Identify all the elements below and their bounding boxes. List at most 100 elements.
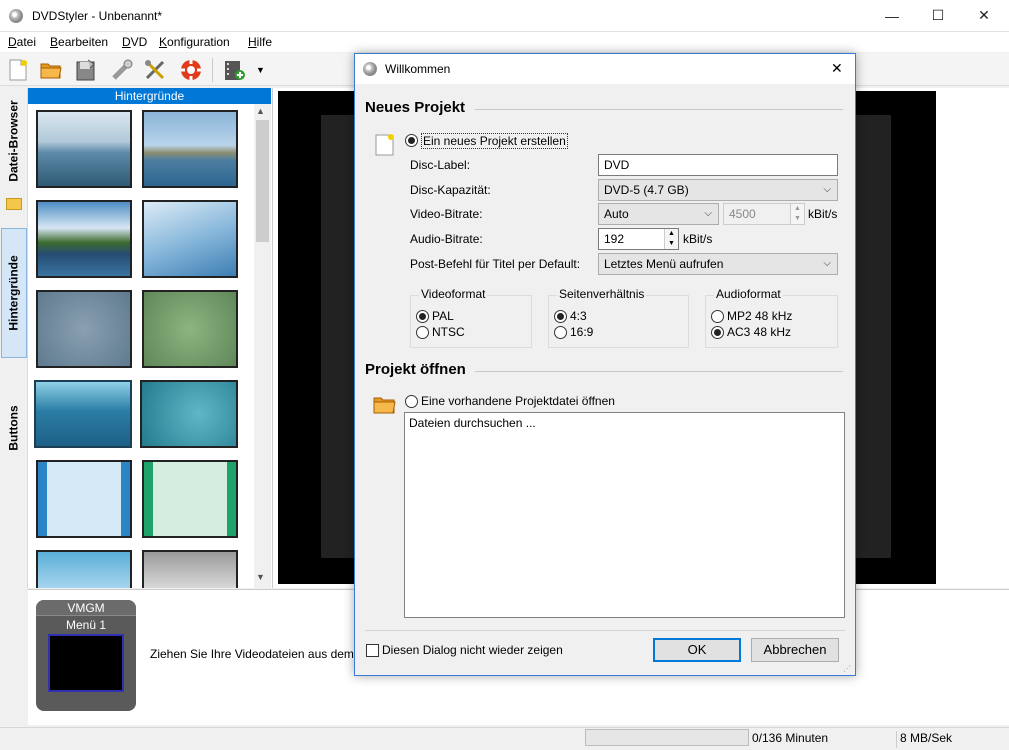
dialog-title-bar: Willkommen ✕ — [355, 54, 855, 84]
aspect-ratio-group: Seitenverhältnis 4:3 16:9 — [548, 287, 689, 348]
new-project-label[interactable]: Ein neues Projekt erstellen — [421, 133, 568, 149]
background-thumb[interactable] — [36, 110, 132, 188]
minimize-button[interactable]: — — [869, 0, 915, 31]
new-file-icon[interactable] — [6, 58, 30, 82]
help-lifebuoy-icon[interactable] — [179, 58, 203, 82]
background-thumb[interactable] — [142, 550, 238, 588]
cancel-button[interactable]: Abbrechen — [751, 638, 839, 662]
ntsc-radio[interactable] — [416, 326, 429, 339]
backgrounds-palette: Hintergründe — [28, 88, 272, 588]
aspect-169-label[interactable]: 16:9 — [570, 325, 593, 339]
tab-datei-browser[interactable]: Datei-Browser — [1, 94, 27, 188]
divider — [365, 630, 845, 631]
scroll-down-icon[interactable]: ▼ — [256, 572, 265, 582]
video-bitrate-spinner[interactable]: ▲ ▼ — [790, 204, 804, 224]
open-folder-icon[interactable] — [39, 58, 63, 82]
palette-header: Hintergründe — [28, 88, 271, 104]
background-thumb[interactable] — [140, 380, 238, 448]
menu-datei[interactable]: Datei — [8, 35, 36, 49]
background-thumb[interactable] — [36, 200, 132, 278]
status-bar — [0, 727, 1009, 750]
pal-radio[interactable] — [416, 310, 429, 323]
background-thumb[interactable] — [36, 460, 132, 538]
background-thumb[interactable] — [36, 550, 132, 588]
side-tabs: Datei-Browser Hintergründe Buttons — [0, 88, 28, 588]
list-item[interactable]: Dateien durchsuchen ... — [409, 416, 536, 430]
menu1-label: Menü 1 — [65, 618, 107, 632]
settings-tools-icon[interactable] — [143, 58, 167, 82]
divider — [475, 109, 843, 110]
pal-label[interactable]: PAL — [432, 309, 454, 323]
aspect-43-label[interactable]: 4:3 — [570, 309, 587, 323]
menu-dvd[interactable]: DVD — [122, 35, 147, 49]
chevron-down-icon: ⌵ — [823, 184, 831, 195]
open-project-label[interactable]: Eine vorhandene Projektdatei öffnen — [421, 394, 615, 408]
audio-bitrate-unit: kBit/s — [683, 232, 713, 246]
background-thumb[interactable] — [36, 290, 132, 368]
disc-capacity-label: Disc-Kapazität: — [410, 183, 491, 197]
audio-format-title: Audioformat — [714, 287, 783, 301]
welcome-dialog: Willkommen ✕ Neues Projekt Ein neues Pro… — [354, 53, 856, 676]
video-format-group: Videoformat PAL NTSC — [410, 287, 532, 348]
tab-buttons[interactable]: Buttons — [1, 388, 27, 468]
video-bitrate-label: Video-Bitrate: — [410, 207, 483, 221]
menu-bar: Datei Bearbeiten DVD Konfiguration Hilfe — [0, 32, 1009, 52]
folder-open-icon — [373, 394, 397, 419]
video-bitrate-mode-select[interactable]: Auto ⌵ — [598, 203, 719, 225]
drag-hint-text: Ziehen Sie Ihre Videodateien aus dem — [150, 647, 354, 661]
aspect-169-radio[interactable] — [554, 326, 567, 339]
video-format-title: Videoformat — [419, 287, 488, 301]
background-thumb[interactable] — [142, 110, 238, 188]
dialog-close-button[interactable]: ✕ — [831, 60, 843, 77]
mp2-label[interactable]: MP2 48 kHz — [727, 309, 792, 323]
add-video-icon[interactable] — [222, 58, 246, 82]
mp2-radio[interactable] — [711, 310, 724, 323]
menu-konfiguration[interactable]: Konfiguration — [159, 35, 230, 49]
resize-grip-icon[interactable]: ⋰ — [843, 664, 851, 673]
audio-bitrate-spinner[interactable]: ▲ ▼ — [664, 229, 678, 249]
aspect-43-radio[interactable] — [554, 310, 567, 323]
ok-button[interactable]: OK — [653, 638, 741, 662]
chevron-down-icon: ⌵ — [823, 258, 831, 269]
maximize-button[interactable]: ☐ — [915, 0, 961, 31]
chevron-down-icon[interactable]: ▼ — [256, 65, 265, 75]
ac3-radio[interactable] — [711, 326, 724, 339]
save-icon[interactable] — [74, 58, 98, 82]
ac3-label[interactable]: AC3 48 kHz — [727, 325, 791, 339]
tab-hintergruende[interactable]: Hintergründe — [1, 228, 27, 358]
disc-label-input[interactable]: DVD — [598, 154, 838, 176]
close-button[interactable]: ✕ — [961, 0, 1007, 31]
background-thumb[interactable] — [142, 290, 238, 368]
ntsc-label[interactable]: NTSC — [432, 325, 465, 339]
video-bitrate-unit: kBit/s — [808, 207, 838, 221]
project-file-list[interactable]: Dateien durchsuchen ... — [404, 412, 845, 618]
new-document-icon — [374, 132, 396, 159]
scrollbar-thumb[interactable] — [256, 120, 269, 242]
menu1-thumbnail[interactable] — [48, 634, 124, 692]
audio-bitrate-label: Audio-Bitrate: — [410, 232, 483, 246]
scroll-up-icon[interactable]: ▲ — [256, 106, 265, 116]
menu-bearbeiten[interactable]: Bearbeiten — [50, 35, 108, 49]
new-project-heading: Neues Projekt — [365, 99, 466, 116]
menu-hilfe[interactable]: Hilfe — [248, 35, 272, 49]
toolbar-separator — [212, 58, 213, 82]
window-title: DVDStyler - Unbenannt* — [32, 9, 163, 23]
disc-label-label: Disc-Label: — [410, 158, 471, 172]
disc-capacity-select[interactable]: DVD-5 (4.7 GB) ⌵ — [598, 179, 838, 201]
audio-format-group: Audioformat MP2 48 kHz AC3 48 kHz — [705, 287, 838, 348]
app-icon — [9, 9, 23, 23]
post-command-select[interactable]: Letztes Menü aufrufen ⌵ — [598, 253, 838, 275]
new-project-radio[interactable] — [405, 134, 418, 147]
app-icon — [363, 62, 377, 76]
status-divider — [896, 731, 897, 748]
disc-usage-bar — [585, 729, 749, 746]
background-thumb[interactable] — [142, 460, 238, 538]
background-thumb[interactable] — [34, 380, 132, 448]
folder-icon — [6, 198, 22, 210]
open-project-heading: Projekt öffnen — [365, 361, 466, 378]
burn-disc-icon[interactable] — [110, 58, 134, 82]
open-project-radio[interactable] — [405, 395, 418, 408]
background-thumb[interactable] — [142, 200, 238, 278]
dont-show-label[interactable]: Diesen Dialog nicht wieder zeigen — [382, 643, 563, 657]
dont-show-checkbox[interactable] — [366, 644, 379, 657]
